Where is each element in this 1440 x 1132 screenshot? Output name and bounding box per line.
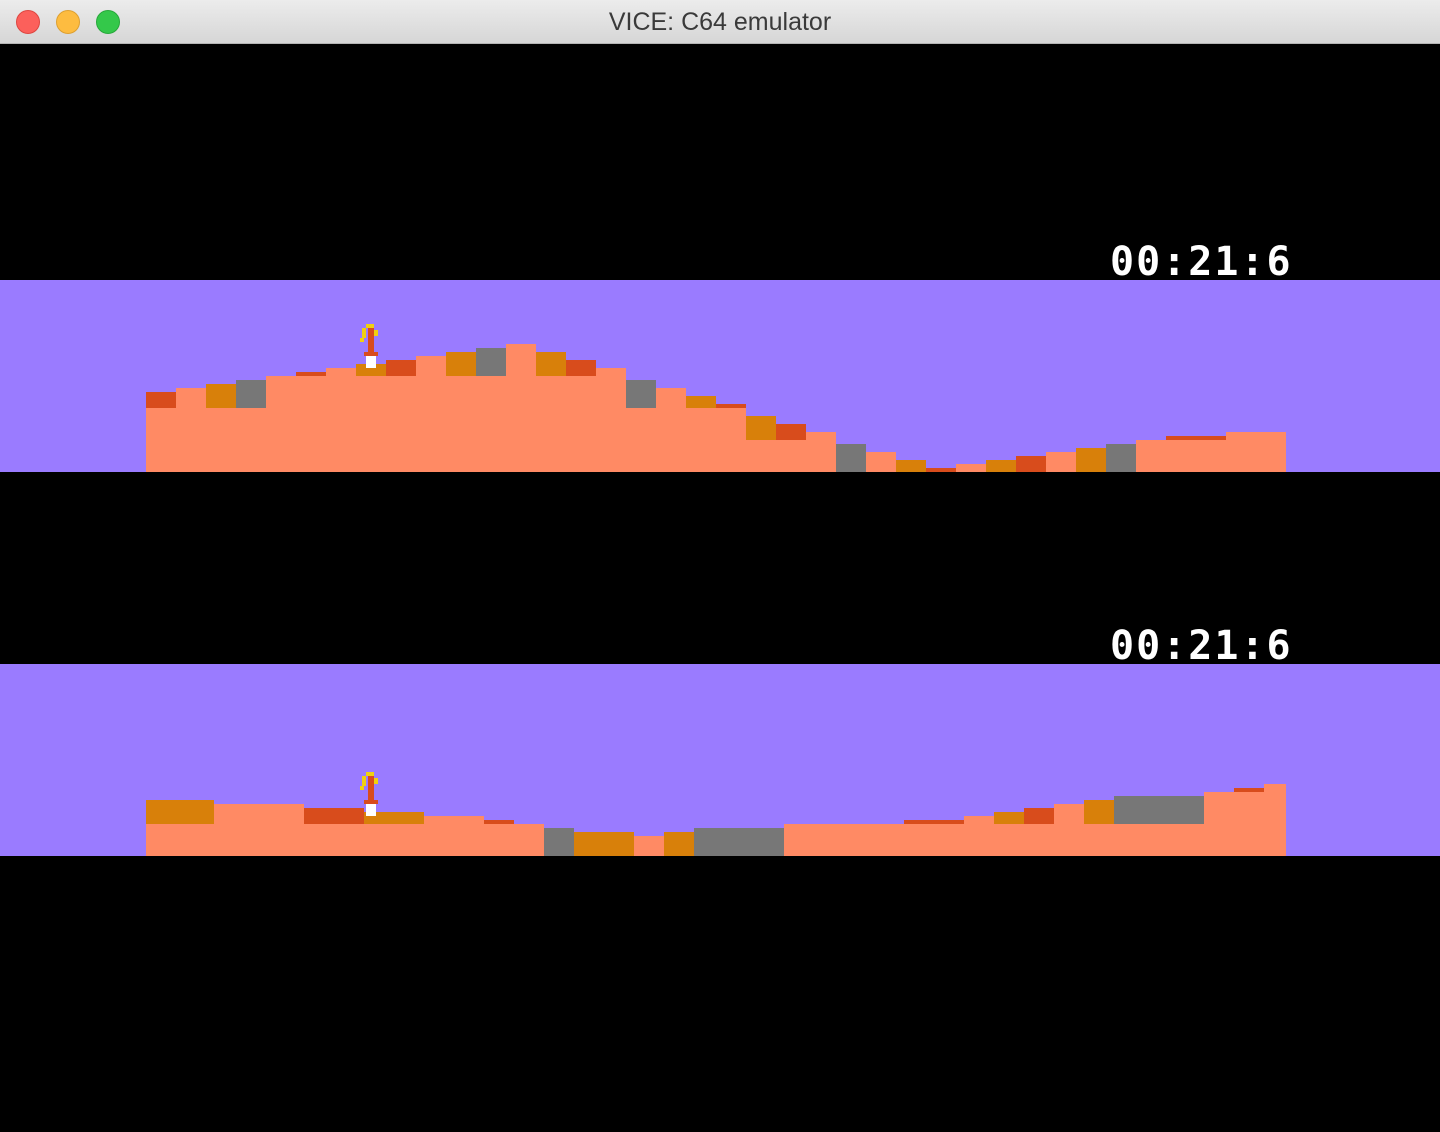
terrain-block xyxy=(716,404,746,408)
terrain-column xyxy=(746,440,776,472)
terrain-block xyxy=(986,460,1016,472)
emulator-window: VICE: C64 emulator 00:21:6 00:21:6 xyxy=(0,0,1440,1132)
terrain-column xyxy=(776,440,806,472)
race-timer-bottom: 00:21:6 xyxy=(1110,623,1293,669)
terrain-block xyxy=(836,444,866,472)
terrain-column xyxy=(424,816,484,856)
terrain-column xyxy=(686,408,716,472)
terrain-block xyxy=(206,384,236,408)
terrain-column xyxy=(514,824,544,856)
terrain-column xyxy=(236,408,266,472)
terrain-column xyxy=(484,824,514,856)
terrain-column xyxy=(866,452,896,472)
terrain-block xyxy=(1106,444,1136,472)
terrain-block xyxy=(776,424,806,440)
terrain-block xyxy=(1114,796,1204,824)
terrain-column xyxy=(716,408,746,472)
terrain-column xyxy=(656,388,686,472)
terrain-column xyxy=(356,376,386,472)
race-timer-top: 00:21:6 xyxy=(1110,239,1293,285)
terrain-block xyxy=(544,828,574,856)
terrain-column xyxy=(806,432,836,472)
terrain-block xyxy=(626,380,656,408)
terrain-block xyxy=(446,352,476,376)
terrain-block xyxy=(566,360,596,376)
terrain-column xyxy=(296,376,326,472)
terrain-block xyxy=(296,372,326,376)
terrain-block xyxy=(1234,788,1264,792)
terrain-column xyxy=(994,824,1024,856)
terrain-column xyxy=(1166,440,1226,472)
terrain-column xyxy=(784,824,904,856)
terrain-block xyxy=(484,820,514,824)
player-sprite xyxy=(360,324,378,368)
terrain-column xyxy=(304,824,364,856)
terrain-block xyxy=(574,832,634,856)
terrain-column xyxy=(1264,784,1286,856)
terrain-column xyxy=(146,824,214,856)
terrain-column xyxy=(1204,792,1234,856)
terrain-block xyxy=(694,828,784,856)
terrain-block xyxy=(904,820,964,824)
terrain-column xyxy=(1024,824,1054,856)
terrain-block xyxy=(1016,456,1046,472)
terrain-column xyxy=(1234,792,1264,856)
terrain-block xyxy=(146,800,214,824)
terrain-block xyxy=(476,348,506,376)
terrain-block xyxy=(146,392,176,408)
terrain-column xyxy=(326,368,356,472)
terrain-block xyxy=(304,808,364,824)
terrain-column xyxy=(506,344,536,472)
terrain-column xyxy=(416,356,446,472)
terrain-column xyxy=(904,824,964,856)
terrain-block xyxy=(896,460,926,472)
terrain-block xyxy=(686,396,716,408)
terrain-block xyxy=(1024,808,1054,824)
game-viewport-bottom xyxy=(0,664,1440,856)
terrain-block xyxy=(536,352,566,376)
terrain-column xyxy=(626,408,656,472)
terrain-column xyxy=(596,368,626,472)
terrain-block xyxy=(926,468,956,472)
terrain-column xyxy=(1114,824,1204,856)
terrain-block xyxy=(664,832,694,856)
terrain-column xyxy=(1226,432,1286,472)
game-viewport-top xyxy=(0,280,1440,472)
terrain-column xyxy=(476,376,506,472)
terrain-column xyxy=(956,464,986,472)
emulator-screen[interactable]: 00:21:6 00:21:6 xyxy=(0,44,1440,1132)
terrain-block xyxy=(386,360,416,376)
terrain-column xyxy=(386,376,416,472)
terrain-column xyxy=(206,408,236,472)
terrain-column xyxy=(214,804,304,856)
title-bar[interactable]: VICE: C64 emulator xyxy=(0,0,1440,44)
terrain-block xyxy=(994,812,1024,824)
terrain-block xyxy=(1084,800,1114,824)
terrain-block xyxy=(1076,448,1106,472)
terrain-column xyxy=(446,376,476,472)
terrain-column xyxy=(364,824,424,856)
terrain-block xyxy=(746,416,776,440)
terrain-column xyxy=(266,376,296,472)
terrain-column xyxy=(566,376,596,472)
terrain-column xyxy=(964,816,994,856)
player-sprite xyxy=(360,772,378,816)
terrain-column xyxy=(536,376,566,472)
terrain-column xyxy=(1136,440,1166,472)
terrain-column xyxy=(146,408,176,472)
terrain-column xyxy=(1054,804,1084,856)
terrain-column xyxy=(1084,824,1114,856)
terrain-column xyxy=(634,836,664,856)
terrain-block xyxy=(236,380,266,408)
terrain-column xyxy=(176,388,206,472)
window-title: VICE: C64 emulator xyxy=(608,8,832,36)
terrain-column xyxy=(1046,452,1076,472)
terrain-block xyxy=(1166,436,1226,440)
